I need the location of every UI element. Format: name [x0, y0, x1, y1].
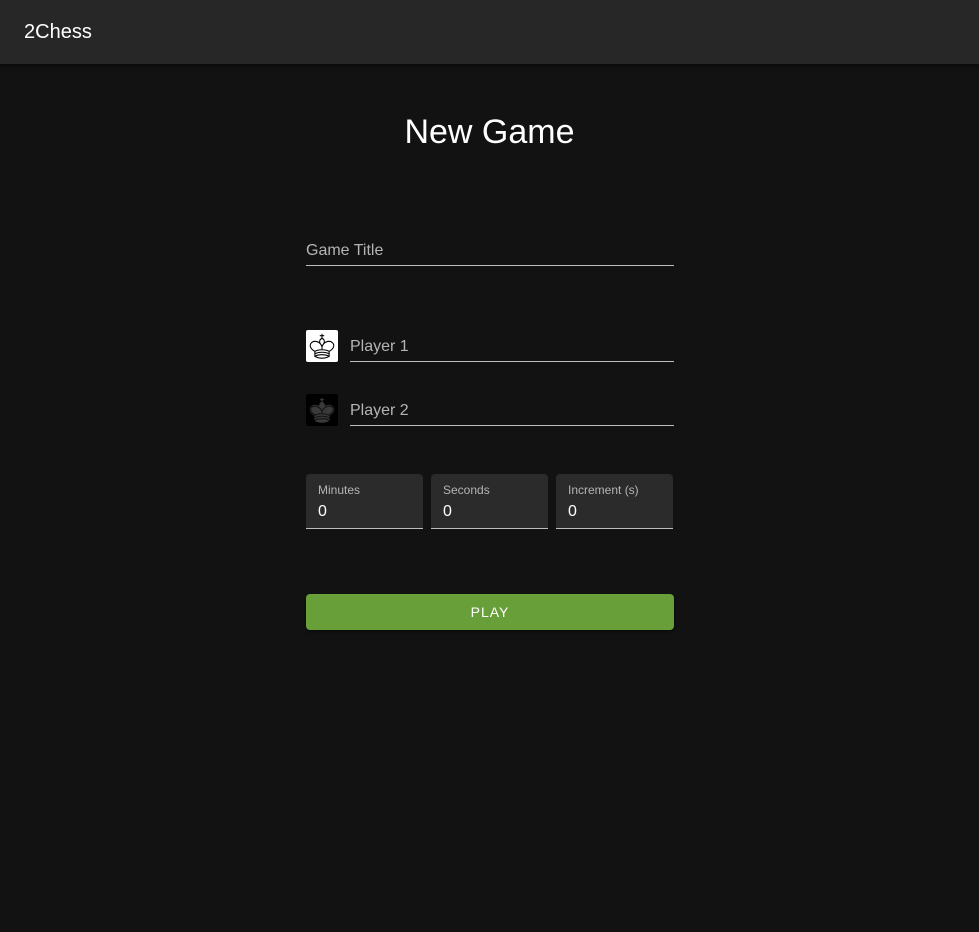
- increment-value[interactable]: 0: [568, 502, 577, 522]
- minutes-label: Minutes: [318, 483, 361, 497]
- player2-input[interactable]: [350, 396, 674, 425]
- minutes-field[interactable]: Minutes 0: [306, 474, 423, 529]
- player2-field[interactable]: [350, 396, 674, 426]
- player1-input[interactable]: [350, 332, 674, 361]
- game-title-field[interactable]: [306, 236, 674, 266]
- app-bar: 2Chess: [0, 0, 979, 64]
- page-title: New Game: [404, 113, 575, 151]
- app-brand[interactable]: 2Chess: [24, 20, 92, 44]
- white-king-icon: [306, 330, 338, 362]
- game-title-input[interactable]: [306, 236, 674, 265]
- seconds-field[interactable]: Seconds 0: [431, 474, 548, 529]
- seconds-value[interactable]: 0: [443, 502, 452, 522]
- play-button[interactable]: PLAY: [306, 594, 674, 630]
- minutes-value[interactable]: 0: [318, 502, 327, 522]
- player1-field[interactable]: [350, 332, 674, 362]
- black-king-icon: [306, 394, 338, 426]
- seconds-label: Seconds: [443, 483, 490, 497]
- increment-field[interactable]: Increment (s) 0: [556, 474, 673, 529]
- increment-label: Increment (s): [568, 483, 639, 497]
